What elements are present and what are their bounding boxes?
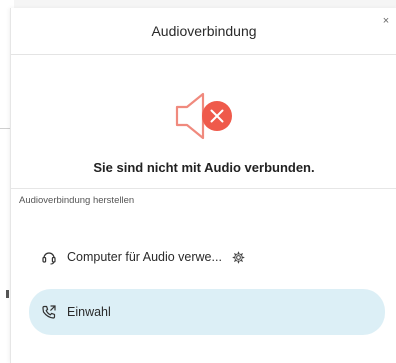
dial-in-label: Einwahl — [67, 305, 111, 319]
background-divider — [0, 128, 10, 129]
status-message: Sie sind nicht mit Audio verbunden. — [93, 160, 315, 175]
section-divider — [11, 188, 396, 189]
close-button[interactable]: × — [379, 14, 393, 28]
computer-audio-label: Computer für Audio verwe... — [67, 250, 222, 264]
audio-connection-dialog: Audioverbindung × Sie sind nicht mit Aud… — [10, 8, 396, 363]
phone-outgoing-icon — [39, 302, 59, 322]
speaker-muted-icon — [173, 86, 245, 146]
computer-audio-option[interactable]: Computer für Audio verwe... — [29, 234, 385, 280]
dial-in-option[interactable]: Einwahl — [29, 289, 385, 335]
dialog-titlebar: Audioverbindung × — [11, 8, 396, 55]
headset-icon — [39, 247, 59, 267]
background-mark — [6, 290, 9, 298]
gear-icon[interactable] — [232, 250, 246, 264]
section-label: Audioverbindung herstellen — [19, 195, 135, 206]
dialog-title: Audioverbindung — [151, 23, 257, 39]
